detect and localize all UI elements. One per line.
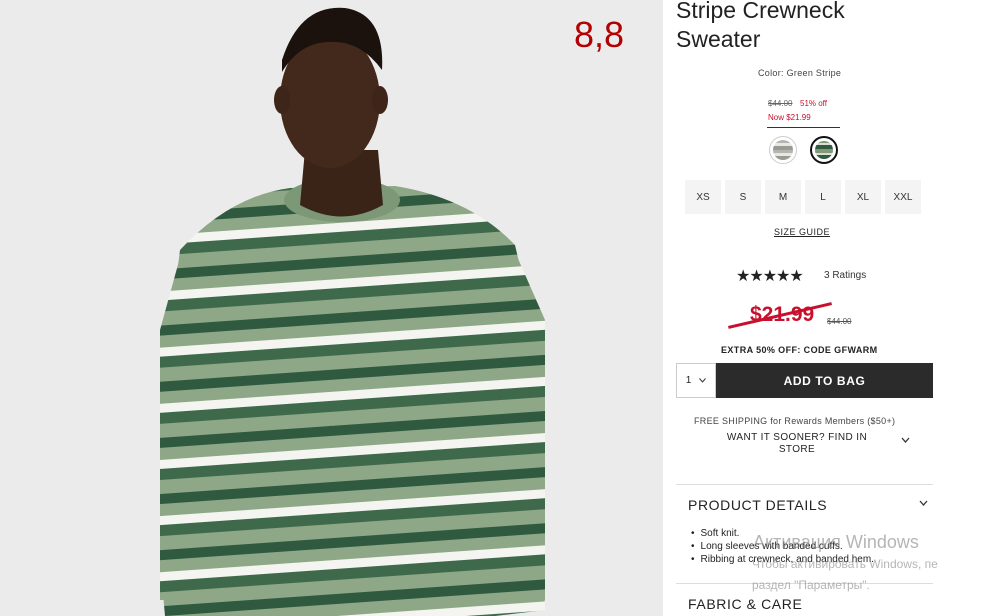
now-price-small: Now $21.99 <box>768 113 811 122</box>
swatch-green-fill <box>815 141 833 159</box>
size-s[interactable]: S <box>725 180 761 214</box>
swatch-grey-stripe[interactable] <box>769 136 797 164</box>
promo-code: EXTRA 50% OFF: CODE GFWARM <box>721 345 878 355</box>
star-rating-icon[interactable]: ★★★★★ <box>736 266 804 286</box>
fabric-care-heading[interactable]: FABRIC & CARE <box>688 596 802 612</box>
discount-small: 51% off <box>800 99 827 108</box>
shipping-info: FREE SHIPPING for Rewards Members ($50+) <box>694 416 896 426</box>
product-details-heading[interactable]: PRODUCT DETAILS <box>688 497 827 513</box>
size-xl[interactable]: XL <box>845 180 881 214</box>
original-price: $44.00 <box>827 317 852 326</box>
product-title-line2: Sweater <box>676 26 761 52</box>
size-l[interactable]: L <box>805 180 841 214</box>
chevron-down-icon[interactable] <box>901 437 910 443</box>
swatch-grey-fill <box>773 140 793 160</box>
chevron-down-icon[interactable] <box>919 500 928 506</box>
model-photo <box>160 7 545 616</box>
activation-watermark-text: Чтобы активировать Windows, пе <box>752 557 938 571</box>
price-underline <box>767 127 840 128</box>
quantity-select[interactable]: 1 <box>676 363 716 398</box>
size-m[interactable]: M <box>765 180 801 214</box>
size-xs[interactable]: XS <box>685 180 721 214</box>
activation-watermark-title: Активация Windows <box>753 532 919 552</box>
activation-watermark-text: раздел "Параметры". <box>752 578 870 592</box>
size-guide-link[interactable]: SIZE GUIDE <box>774 227 830 237</box>
divider <box>676 484 933 485</box>
add-to-bag-button[interactable]: ADD TO BAG <box>716 363 933 398</box>
product-title: Stripe Crewneck Sweater <box>676 0 936 54</box>
product-image[interactable]: 8,8 <box>0 0 663 616</box>
chevron-down-icon <box>699 378 707 383</box>
color-label: Color: Green Stripe <box>758 68 842 78</box>
size-selector: XS S M L XL XXL <box>685 180 921 214</box>
old-price-small: $44.00 <box>768 99 793 108</box>
size-xxl[interactable]: XXL <box>885 180 921 214</box>
quantity-value: 1 <box>685 375 692 386</box>
ratings-count[interactable]: 3 Ratings <box>824 270 866 281</box>
score-overlay: 8,8 <box>574 14 625 55</box>
find-in-store-link[interactable]: WANT IT SOONER? FIND IN STORE <box>718 432 876 456</box>
swatch-green-stripe[interactable] <box>810 136 838 164</box>
product-title-line1: Stripe Crewneck <box>676 0 845 23</box>
product-info-panel: Stripe Crewneck Sweater Color: Green Str… <box>663 0 984 616</box>
